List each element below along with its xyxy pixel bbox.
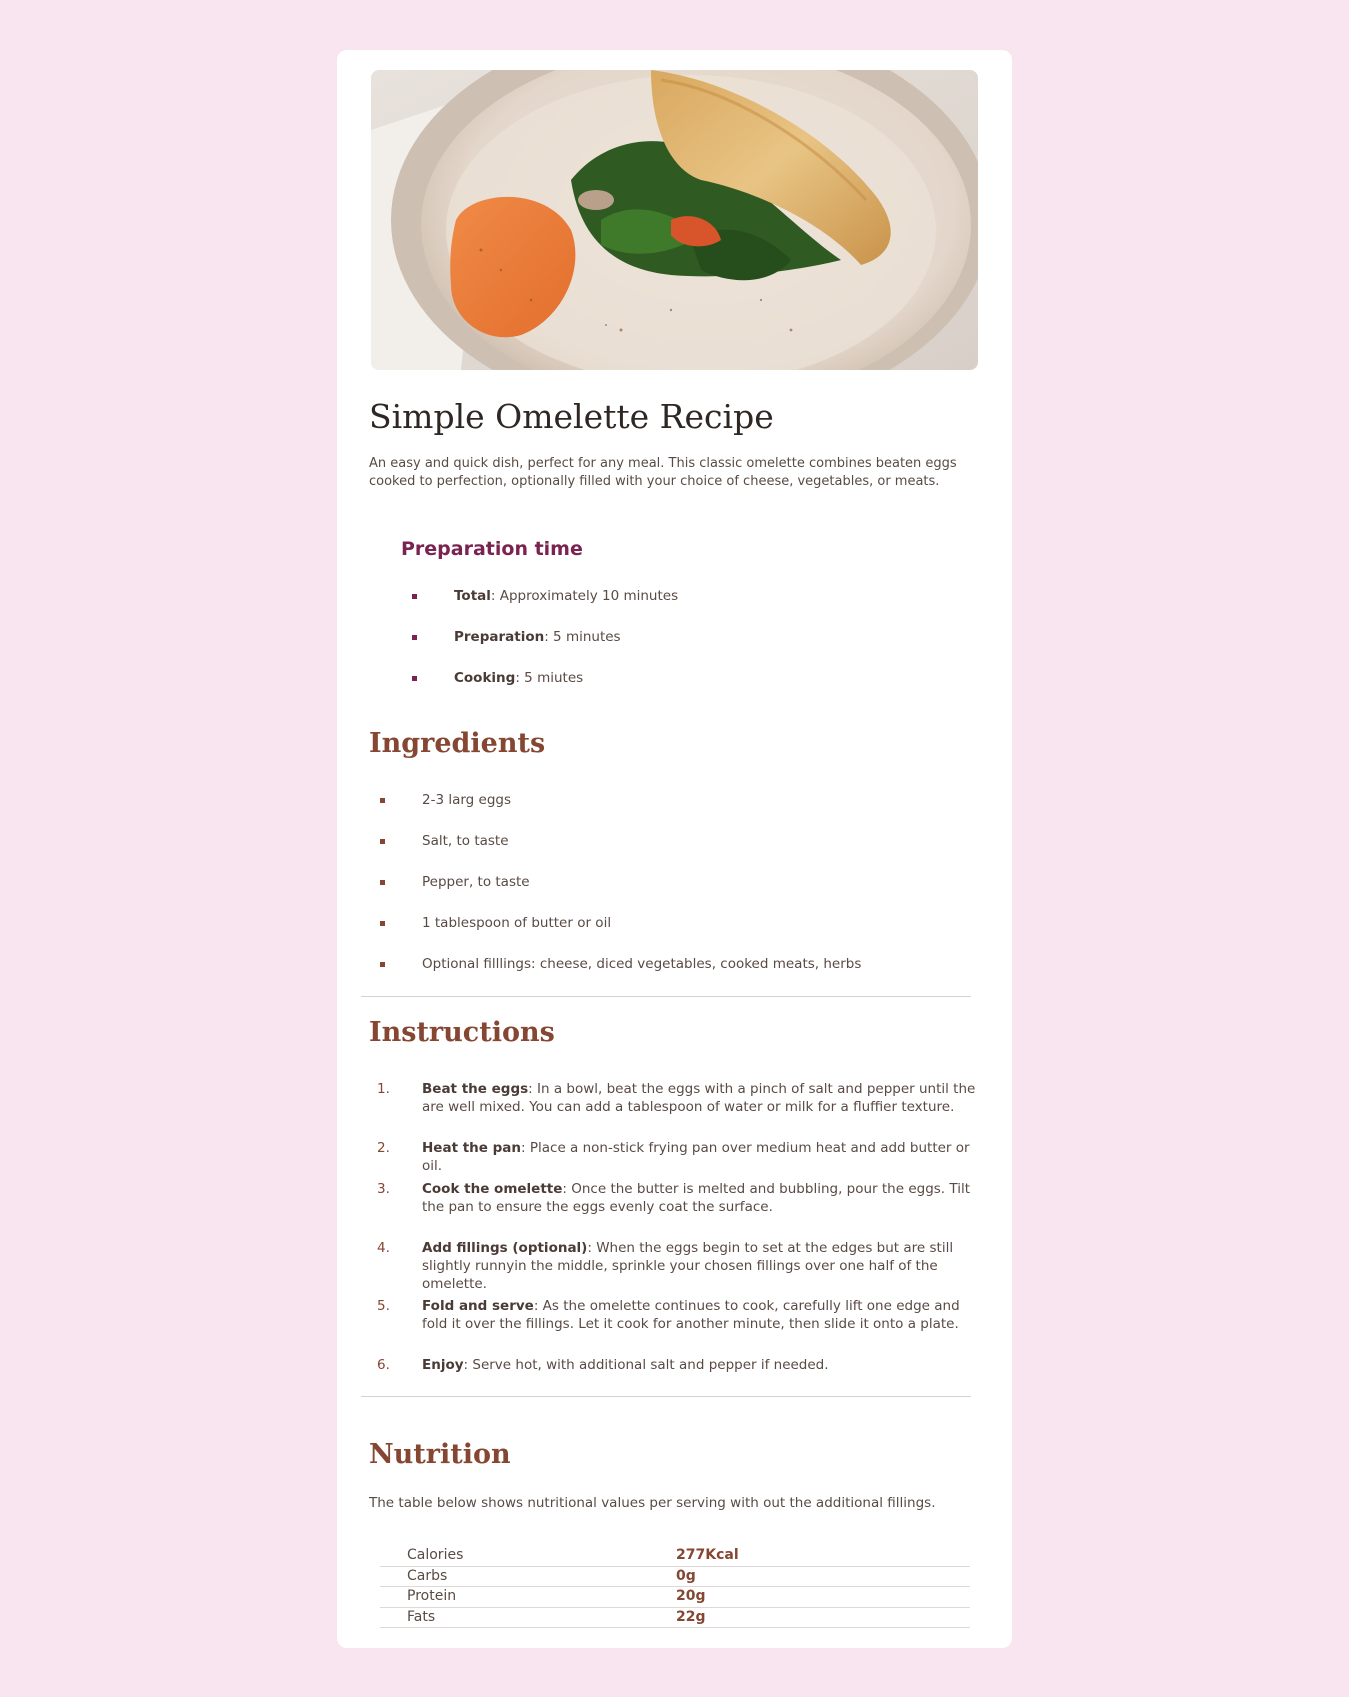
nutrition-label: Fats	[407, 1608, 436, 1625]
step-number: 5.	[377, 1298, 390, 1314]
omelette-image	[371, 70, 978, 370]
preparation-item-text: : 5 miutes	[515, 670, 584, 686]
bullet-icon	[380, 962, 385, 967]
step-number: 1.	[377, 1081, 390, 1097]
step-number: 4.	[377, 1240, 390, 1256]
nutrition-row: Protein 20g	[380, 1587, 970, 1608]
nutrition-row: Calories 277Kcal	[380, 1546, 970, 1567]
preparation-item-label: Total	[454, 588, 491, 604]
recipe-card: Simple Omelette Recipe An easy and quick…	[337, 50, 1012, 1648]
step-label: Beat the eggs	[422, 1081, 529, 1097]
nutrition-table: Calories 277Kcal Carbs 0g Protein 20g Fa…	[380, 1546, 970, 1628]
bullet-icon	[380, 921, 385, 926]
preparation-item-label: Preparation	[454, 629, 545, 645]
nutrition-value: 20g	[676, 1588, 706, 1604]
ingredient-text: 2-3 larg eggs	[422, 792, 512, 808]
preparation-item-label: Cooking	[454, 670, 516, 686]
recipe-title: Simple Omelette Recipe	[369, 397, 774, 436]
bullet-icon	[380, 798, 385, 803]
step-label: Enjoy	[422, 1357, 464, 1373]
preparation-item-text: : 5 minutes	[544, 629, 621, 645]
step-label: Fold and serve	[422, 1298, 534, 1314]
ingredient-text: Pepper, to taste	[422, 874, 530, 890]
nutrition-value: 0g	[676, 1567, 696, 1584]
step-number: 3.	[377, 1181, 390, 1197]
ingredients-title: Ingredients	[369, 728, 546, 759]
preparation-title: Preparation time	[401, 538, 583, 560]
nutrition-label: Calories	[407, 1547, 464, 1563]
nutrition-label: Protein	[407, 1588, 457, 1604]
step-label: Heat the pan	[422, 1140, 522, 1156]
step-text: : Serve hot, with additional salt and pe…	[463, 1357, 829, 1373]
ingredient-text: 1 tablespoon of butter or oil	[422, 915, 612, 931]
bullet-icon	[380, 839, 385, 844]
instructions-title: Instructions	[369, 1017, 555, 1048]
bullet-icon	[380, 880, 385, 885]
step-label: Add fillings (optional)	[422, 1240, 588, 1256]
section-divider	[361, 996, 971, 997]
nutrition-value: 22g	[676, 1608, 706, 1625]
nutrition-intro: The table below shows nutritional values…	[369, 1495, 936, 1511]
step-number: 6.	[377, 1357, 390, 1373]
step-label: Cook the omelette	[422, 1181, 563, 1197]
nutrition-row: Carbs 0g	[380, 1567, 970, 1587]
nutrition-title: Nutrition	[369, 1439, 511, 1470]
bullet-icon	[412, 594, 417, 599]
bullet-icon	[412, 635, 417, 640]
preparation-item-text: : Approximately 10 minutes	[490, 588, 679, 604]
nutrition-row: Fats 22g	[380, 1608, 970, 1628]
recipe-intro: An easy and quick dish, perfect for any …	[369, 456, 957, 489]
bullet-icon	[412, 676, 417, 681]
nutrition-value: 277Kcal	[676, 1547, 739, 1563]
ingredient-text: Optional filllings: cheese, diced vegeta…	[422, 956, 862, 972]
nutrition-label: Carbs	[407, 1567, 448, 1584]
section-divider	[361, 1396, 971, 1397]
step-number: 2.	[377, 1140, 390, 1156]
ingredient-text: Salt, to taste	[422, 833, 509, 849]
